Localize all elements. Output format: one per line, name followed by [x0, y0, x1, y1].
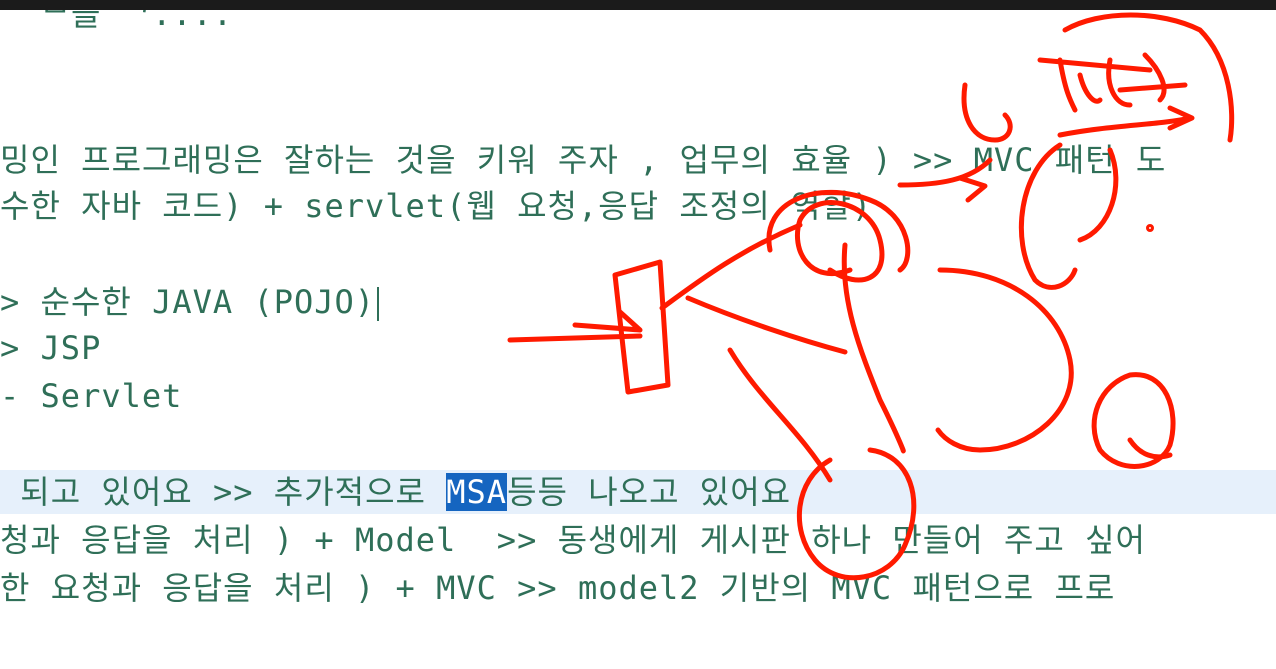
- editor-line-6: - Servlet: [0, 377, 183, 415]
- editor-line-1: ᄇ을 ᄀ....: [0, 10, 234, 33]
- editor-line-3: 수한 자바 코드) + servlet(웹 요청,응답 조정의 역할): [0, 187, 873, 225]
- editor-line-4-text: > 순수한 JAVA (POJO): [0, 283, 376, 321]
- editor-line-5: > JSP: [0, 329, 102, 367]
- current-line-suffix: 등등 나오고 있어요: [507, 473, 792, 511]
- editor-line-4: > 순수한 JAVA (POJO): [0, 280, 380, 324]
- editor-line-8: 청과 응답을 처리 ) + Model >> 동생에게 게시판 하나 만들어 주…: [0, 521, 1146, 559]
- code-editor[interactable]: ᄇ을 ᄀ.... 밍인 프로그래밍은 잘하는 것을 키워 주자 , 업무의 효율…: [0, 10, 1276, 669]
- editor-line-2: 밍인 프로그래밍은 잘하는 것을 키워 주자 , 업무의 효율 ) >> MVC…: [0, 141, 1167, 179]
- text-caret: [377, 287, 380, 321]
- editor-line-current: 되고 있어요 >> 추가적으로 MSA등등 나오고 있어요: [0, 470, 1276, 514]
- editor-line-9: 한 요청과 응답을 처리 ) + MVC >> model2 기반의 MVC 패…: [0, 569, 1116, 607]
- selected-text[interactable]: MSA: [446, 473, 508, 511]
- current-line-prefix: 되고 있어요 >> 추가적으로: [0, 473, 447, 511]
- window-top-bar: [0, 0, 1276, 10]
